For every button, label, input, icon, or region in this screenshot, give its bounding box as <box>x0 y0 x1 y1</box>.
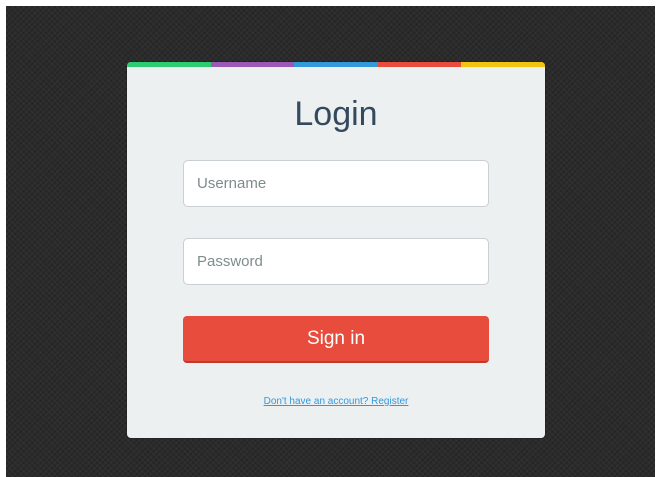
accent-segment-purple <box>210 62 295 67</box>
accent-segment-blue <box>294 62 378 67</box>
username-input[interactable] <box>183 160 489 207</box>
login-card: Login Sign in Don't have an account? Reg… <box>127 62 545 438</box>
register-link[interactable]: Don't have an account? Register <box>127 396 545 407</box>
sign-in-button[interactable]: Sign in <box>183 316 489 363</box>
accent-segment-green <box>127 62 211 67</box>
accent-segment-yellow <box>461 62 545 67</box>
accent-color-bar <box>127 62 545 67</box>
accent-segment-red <box>377 62 462 67</box>
screenshot-frame: Login Sign in Don't have an account? Reg… <box>0 0 661 477</box>
login-title: Login <box>294 95 378 133</box>
password-input[interactable] <box>183 238 489 285</box>
